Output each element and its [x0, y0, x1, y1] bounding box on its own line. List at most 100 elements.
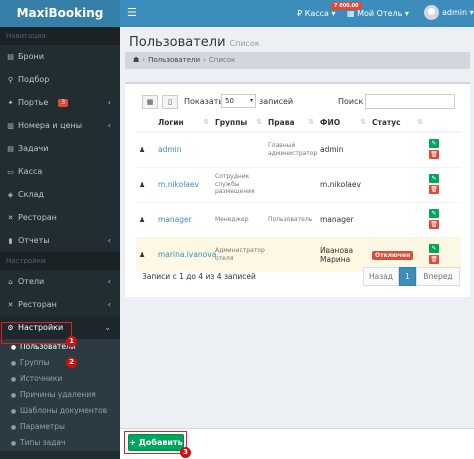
sidebar-subitem-task-types[interactable]: ● Типы задач [0, 435, 120, 451]
sort-icon: ⇅ [256, 118, 262, 126]
cell-rights: Пользователь [265, 201, 317, 237]
cell-actions: ✎ 🗑 [426, 166, 461, 202]
breadcrumb-item-users[interactable]: Пользователи [148, 56, 200, 64]
edit-button[interactable]: ✎ [429, 209, 439, 218]
sidebar-toggle-icon[interactable]: ☰ [127, 7, 137, 19]
bell-icon: ✦ [7, 99, 14, 107]
sidebar-subitem-parameters[interactable]: ● Параметры [0, 419, 120, 435]
table-row: ♟ m.nikolaev Сотрудник службы размещения… [136, 166, 461, 202]
chevron-down-icon: ▾ [249, 97, 253, 104]
user-icon: ♟ [139, 251, 146, 260]
page-title: Пользователи Список [129, 35, 260, 50]
column-label: Группы [215, 118, 248, 127]
tasks-icon: ▤ [7, 145, 14, 153]
sidebar-item-label: Касса [18, 167, 43, 176]
sidebar-subitem-label: Шаблоны документов [20, 406, 108, 415]
sidebar-item-restaurant[interactable]: ✕ Ресторан [0, 206, 120, 229]
cell-login[interactable]: manager [155, 201, 212, 237]
sidebar-item-label: Ресторан [18, 213, 57, 222]
breadcrumb-separator: › [142, 56, 146, 64]
sort-icon: ⇅ [360, 118, 366, 126]
breadcrumb-separator: › [203, 56, 206, 64]
page-title-text: Пользователи [129, 35, 226, 50]
cell-name: manager [317, 201, 369, 237]
pagination-next-button[interactable]: Вперед [416, 267, 460, 286]
file-icon: ● [10, 408, 17, 415]
kassa-menu[interactable]: ₽ Касса ▾ [297, 9, 335, 18]
sidebar-item-tasks[interactable]: ▤ Задачи [0, 137, 120, 160]
home-icon[interactable]: ☗ [133, 56, 139, 64]
sidebar-subitem-label: Причины удаления [20, 390, 96, 399]
sidebar-item-label: Отели [18, 277, 45, 286]
edit-button[interactable]: ✎ [429, 174, 439, 183]
sidebar-item-bookings[interactable]: ▤ Брони [0, 45, 120, 68]
cell-login[interactable]: admin [155, 131, 212, 167]
cell-rights [265, 166, 317, 202]
cell-login[interactable]: m.nikolaev [155, 166, 212, 202]
add-user-button[interactable]: + Добавить [128, 434, 184, 451]
sidebar-subitem-label: Группы [20, 358, 50, 367]
step-marker-2: 2 [66, 357, 77, 368]
sidebar-item-reports[interactable]: ▮ Отчеты ‹ [0, 229, 120, 252]
chevron-left-icon: ‹ [107, 300, 111, 309]
avatar [424, 5, 439, 20]
sidebar-subitem-delete-reasons[interactable]: ● Причины удаления [0, 387, 120, 403]
edit-button[interactable]: ✎ [429, 139, 439, 149]
cell-icon: ♟ [136, 201, 155, 237]
sidebar-item-search[interactable]: ⚲ Подбор [0, 68, 120, 91]
home-icon: ⌂ [8, 278, 13, 286]
column-header-status[interactable]: Статус ⇅ [369, 114, 426, 133]
app-logo[interactable]: MaxiBooking [0, 0, 120, 27]
edit-button[interactable]: ✎ [429, 244, 439, 254]
column-header-rights[interactable]: Права ⇅ [265, 114, 317, 133]
pagination-page-1[interactable]: 1 [399, 267, 416, 286]
sidebar: Навигация ▤ Брони ⚲ Подбор ✦ Портье 3 ‹ ▥ Ном… [0, 27, 120, 459]
sidebar-item-porter[interactable]: ✦ Портье 3 ‹ [0, 91, 120, 114]
hotel-menu[interactable]: ▦ Мой Отель ▾ [347, 9, 409, 18]
users-table: Логин ⇅ Группы ⇅ Права ⇅ ФИО ⇅ Статус ⇅ ♟ adm… [136, 114, 461, 272]
sidebar-subitem-label: Типы задач [20, 438, 66, 447]
delete-button[interactable]: 🗑 [429, 255, 439, 265]
sidebar-item-hotels[interactable]: ⌂ Отели ‹ [0, 270, 120, 293]
flag-icon: ● [10, 376, 17, 383]
column-header-groups[interactable]: Группы ⇅ [212, 114, 265, 133]
page-length-select[interactable]: 50 ▾ [221, 94, 256, 108]
cell-name: admin [317, 131, 369, 167]
cell-status [369, 131, 426, 167]
column-header-name[interactable]: ФИО ⇅ [317, 114, 369, 133]
cell-icon: ♟ [136, 166, 155, 202]
user-menu[interactable]: admin ▾ [424, 5, 474, 20]
sidebar-subitem-groups[interactable]: ● Группы [0, 355, 120, 371]
show-label: Показать [184, 97, 224, 106]
users-icon: ● [10, 360, 17, 367]
sidebar-item-cash[interactable]: ▭ Касса [0, 160, 120, 183]
delete-button[interactable]: 🗑 [429, 150, 439, 160]
sidebar-subitem-doc-templates[interactable]: ● Шаблоны документов [0, 403, 120, 419]
ban-icon: ● [10, 392, 17, 399]
column-header-actions [426, 114, 461, 133]
users-table-box: ▦ ▯ Показать 50 ▾ записей Поиск Логин ⇅ Гр… [125, 82, 470, 297]
sidebar-subitem-label: Параметры [20, 422, 65, 431]
chevron-left-icon: ‹ [107, 98, 111, 107]
delete-button[interactable]: 🗑 [429, 185, 439, 194]
column-header-login[interactable]: Логин ⇅ [155, 114, 212, 133]
list-icon: ▤ [7, 53, 14, 61]
export-button[interactable]: ▯ [162, 95, 178, 109]
step-marker-3: 3 [180, 447, 191, 458]
cell-login[interactable]: marina.ivanova [155, 236, 216, 272]
search-input[interactable] [365, 94, 455, 109]
sidebar-item-warehouse[interactable]: ◈ Склад [0, 183, 120, 206]
sidebar-item-restaurant-settings[interactable]: ✕ Ресторан ‹ [0, 293, 120, 316]
cell-groups: Менеджер [212, 201, 265, 237]
sort-icon: ⇅ [203, 118, 209, 126]
pagination-prev-button[interactable]: Назад [363, 267, 399, 286]
cutlery-icon: ✕ [7, 214, 14, 222]
grid-view-button[interactable]: ▦ [142, 95, 158, 109]
cell-icon: ♟ [136, 236, 155, 272]
sidebar-subitem-sources[interactable]: ● Источники [0, 371, 120, 387]
table-row: ♟ admin Главный администратор admin ✎ 🗑 [136, 131, 461, 167]
highlight-settings-box [1, 322, 72, 344]
delete-button[interactable]: 🗑 [429, 220, 439, 229]
cutlery-icon: ✕ [7, 301, 14, 309]
sidebar-item-rooms-prices[interactable]: ▥ Номера и цены ‹ [0, 114, 120, 137]
